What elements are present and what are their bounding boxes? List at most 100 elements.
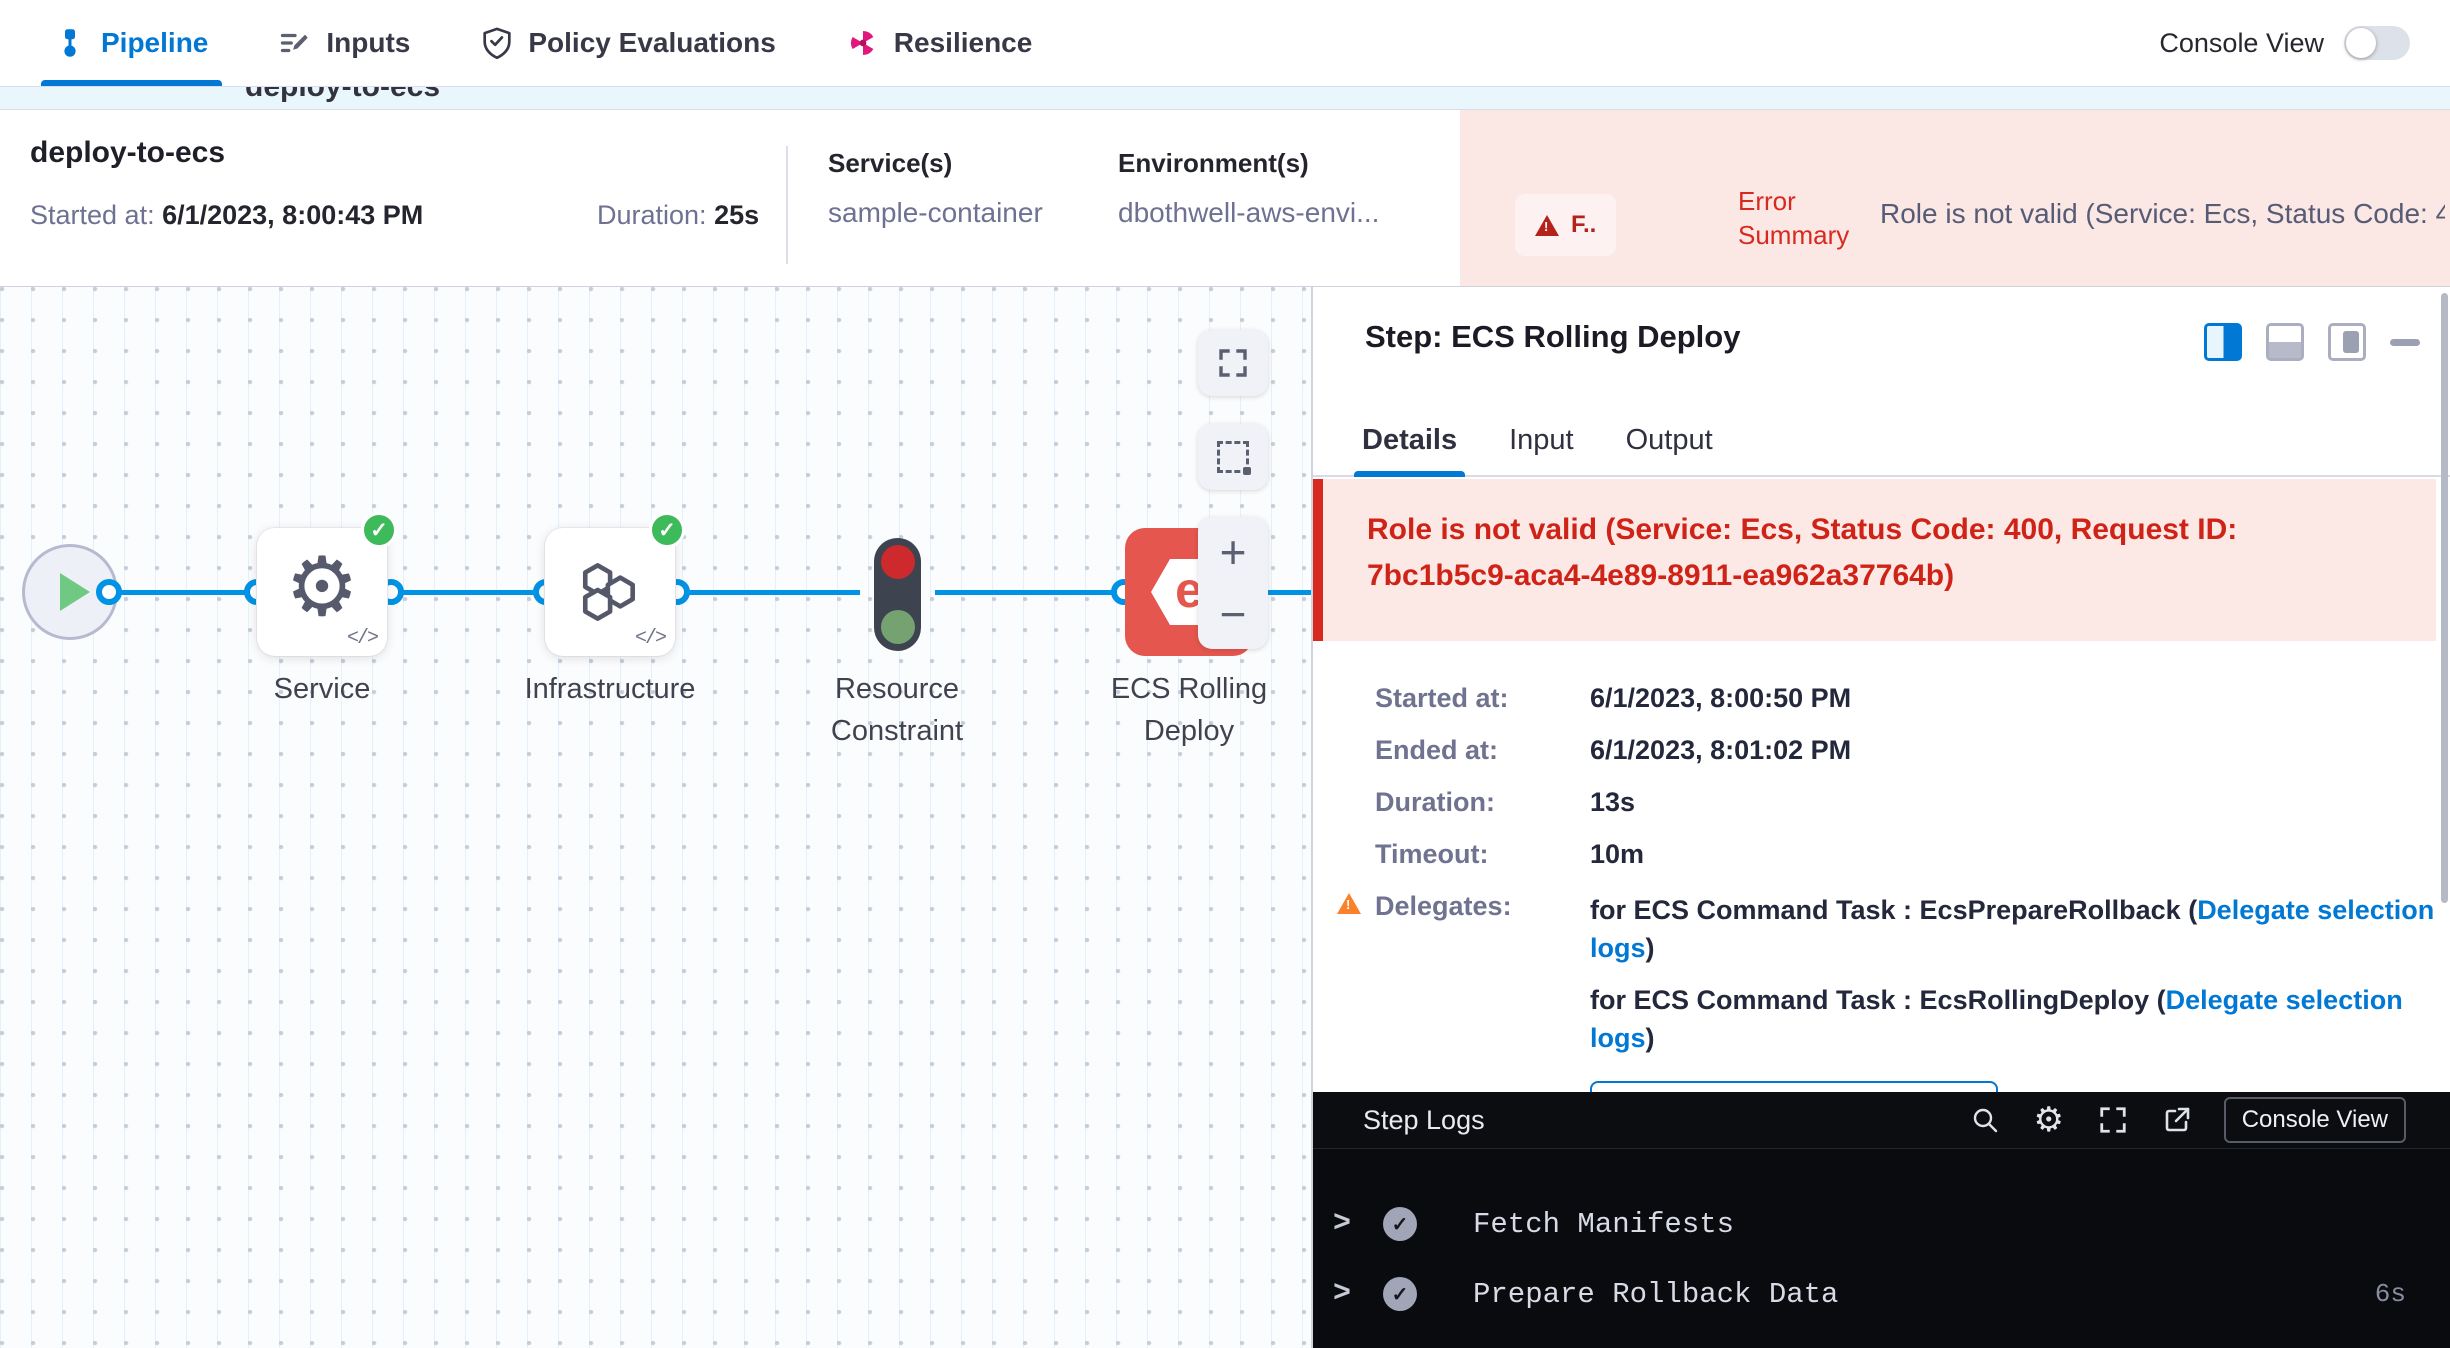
tab-details[interactable]: Details [1362, 405, 1457, 475]
panel-tabs: Details Input Output [1313, 405, 2450, 477]
layout-right-panel-button[interactable] [2204, 323, 2242, 361]
delegates-label: Delegates: [1375, 891, 1590, 922]
execution-title: deploy-to-ecs [30, 136, 225, 170]
step-logs-title: Step Logs [1363, 1105, 1485, 1136]
node-resource-constraint-label: Resource Constraint [797, 668, 997, 752]
layout-bottom-panel-button[interactable] [2266, 323, 2304, 361]
step-logs-panel: Step Logs ⚙ Console View > ✓ Fetch Manif… [1313, 1092, 2450, 1348]
shield-check-icon [482, 27, 512, 59]
node-service[interactable]: ⚙ ✓ </> [257, 528, 387, 656]
tab-resilience[interactable]: Resilience [848, 0, 1033, 86]
duration-label: Duration: [597, 200, 714, 230]
log-success-icon: ✓ [1383, 1277, 1417, 1311]
delegate-task-text: for ECS Command Task : EcsRollingDeploy … [1590, 985, 2166, 1015]
zoom-in-button[interactable]: + [1220, 529, 1247, 575]
header-divider [786, 146, 788, 264]
step-details-panel: Step: ECS Rolling Deploy Details Input O… [1311, 287, 2450, 1348]
node-resource-constraint[interactable] [874, 538, 921, 651]
services-value: sample-container [828, 197, 1043, 229]
edge-segment [90, 590, 860, 595]
console-view-control: Console View [2159, 0, 2410, 86]
layout-floating-panel-button[interactable] [2328, 323, 2366, 361]
delegate-task-suffix: ) [1646, 933, 1655, 963]
pipeline-canvas[interactable]: ⚙ ✓ </> Service ✓ </> Infrastructure Res… [0, 287, 1311, 1348]
started-at-value: 6/1/2023, 8:00:43 PM [162, 200, 423, 230]
error-summary-label: Error Summary [1738, 184, 1870, 252]
tab-inputs[interactable]: Inputs [280, 0, 410, 86]
log-step-name: Fetch Manifests [1473, 1208, 1734, 1241]
toggle-knob [2346, 28, 2376, 58]
tab-resilience-label: Resilience [894, 27, 1033, 59]
edge-port [96, 579, 122, 605]
gear-icon: ⚙ [285, 547, 359, 629]
delegate-task-suffix: ) [1646, 1023, 1655, 1053]
chevron-right-icon: > [1333, 1277, 1361, 1311]
node-service-label: Service [222, 668, 422, 710]
panel-layout-controls [2204, 323, 2420, 361]
delegate-entry: for ECS Command Task : EcsRollingDeploy … [1590, 981, 2450, 1057]
environments-label: Environment(s) [1118, 148, 1379, 179]
delegate-task-text: for ECS Command Task : EcsPrepareRollbac… [1590, 895, 2197, 925]
detail-label: Started at: [1375, 683, 1590, 714]
detail-label: Duration: [1375, 787, 1590, 818]
traffic-red-lamp [881, 545, 915, 579]
step-details-grid: Started at: 6/1/2023, 8:00:50 PM Ended a… [1375, 683, 2450, 1139]
detail-value: 6/1/2023, 8:01:02 PM [1590, 735, 2450, 766]
scrolled-title-strip: deploy-to-ecs [0, 87, 2450, 110]
status-badge-text: F.. [1571, 211, 1596, 239]
log-settings-gear-icon[interactable]: ⚙ [2032, 1103, 2066, 1137]
canvas-fullscreen-button[interactable] [1198, 330, 1268, 396]
fullscreen-icon [1217, 347, 1249, 379]
error-summary-text: Role is not valid (Service: Ecs, Status … [1880, 198, 2445, 230]
log-row-fetch-manifests[interactable]: > ✓ Fetch Manifests [1313, 1202, 2450, 1246]
services-label: Service(s) [828, 148, 1043, 179]
detail-value: 6/1/2023, 8:00:50 PM [1590, 683, 2450, 714]
logs-console-view-button[interactable]: Console View [2224, 1097, 2406, 1143]
log-fullscreen-icon[interactable] [2096, 1103, 2130, 1137]
code-glyph: </> [635, 627, 665, 650]
step-error-banner: Role is not valid (Service: Ecs, Status … [1313, 479, 2436, 641]
services-block: Service(s) sample-container [828, 148, 1043, 229]
delegates-label-text: Delegates: [1375, 891, 1512, 921]
execution-header: deploy-to-ecs Started at: 6/1/2023, 8:00… [0, 110, 2450, 287]
canvas-select-button[interactable] [1198, 424, 1268, 490]
tab-policy-evaluations[interactable]: Policy Evaluations [482, 0, 775, 86]
scrolled-title-clipped: deploy-to-ecs [245, 87, 440, 104]
search-icon[interactable] [1968, 1103, 2002, 1137]
tab-inputs-label: Inputs [326, 27, 410, 59]
delegate-warning-icon [1337, 893, 1361, 914]
pipeline-icon [55, 28, 85, 58]
marquee-icon [1217, 441, 1249, 473]
started-at: Started at: 6/1/2023, 8:00:43 PM [30, 200, 423, 231]
started-at-label: Started at: [30, 200, 162, 230]
status-badge[interactable]: F.. [1515, 194, 1616, 256]
tab-policy-evaluations-label: Policy Evaluations [528, 27, 775, 59]
zoom-out-button[interactable]: − [1220, 591, 1247, 637]
traffic-green-lamp [881, 610, 915, 644]
step-logs-header: Step Logs ⚙ Console View [1313, 1092, 2450, 1149]
play-icon [60, 573, 90, 611]
step-title: Step: ECS Rolling Deploy [1365, 319, 1740, 355]
open-in-new-window-icon[interactable] [2160, 1103, 2194, 1137]
edge-segment [935, 590, 1130, 595]
detail-value: 13s [1590, 787, 2450, 818]
log-step-duration: 6s [2375, 1279, 2406, 1309]
log-row-prepare-rollback-data[interactable]: > ✓ Prepare Rollback Data 6s [1313, 1272, 2450, 1316]
node-infrastructure[interactable]: ✓ </> [545, 528, 675, 656]
console-view-toggle[interactable] [2344, 26, 2410, 60]
detail-label: Ended at: [1375, 735, 1590, 766]
panel-scrollbar[interactable] [2441, 293, 2448, 903]
delegate-entry: for ECS Command Task : EcsPrepareRollbac… [1590, 891, 2450, 967]
tab-input[interactable]: Input [1509, 405, 1574, 475]
error-summary-zone: F.. Error Summary Role is not valid (Ser… [1460, 110, 2450, 286]
tab-output[interactable]: Output [1626, 405, 1713, 475]
duration-value: 25s [714, 200, 759, 230]
detail-label: Timeout: [1375, 839, 1590, 870]
environments-block: Environment(s) dbothwell-aws-envi... [1118, 148, 1379, 229]
node-infrastructure-label: Infrastructure [480, 668, 740, 710]
console-view-label: Console View [2159, 28, 2324, 59]
code-glyph: </> [347, 627, 377, 650]
minimize-panel-button[interactable] [2390, 339, 2420, 346]
tab-pipeline[interactable]: Pipeline [55, 0, 208, 86]
canvas-zoom-controls: + − [1198, 517, 1268, 649]
